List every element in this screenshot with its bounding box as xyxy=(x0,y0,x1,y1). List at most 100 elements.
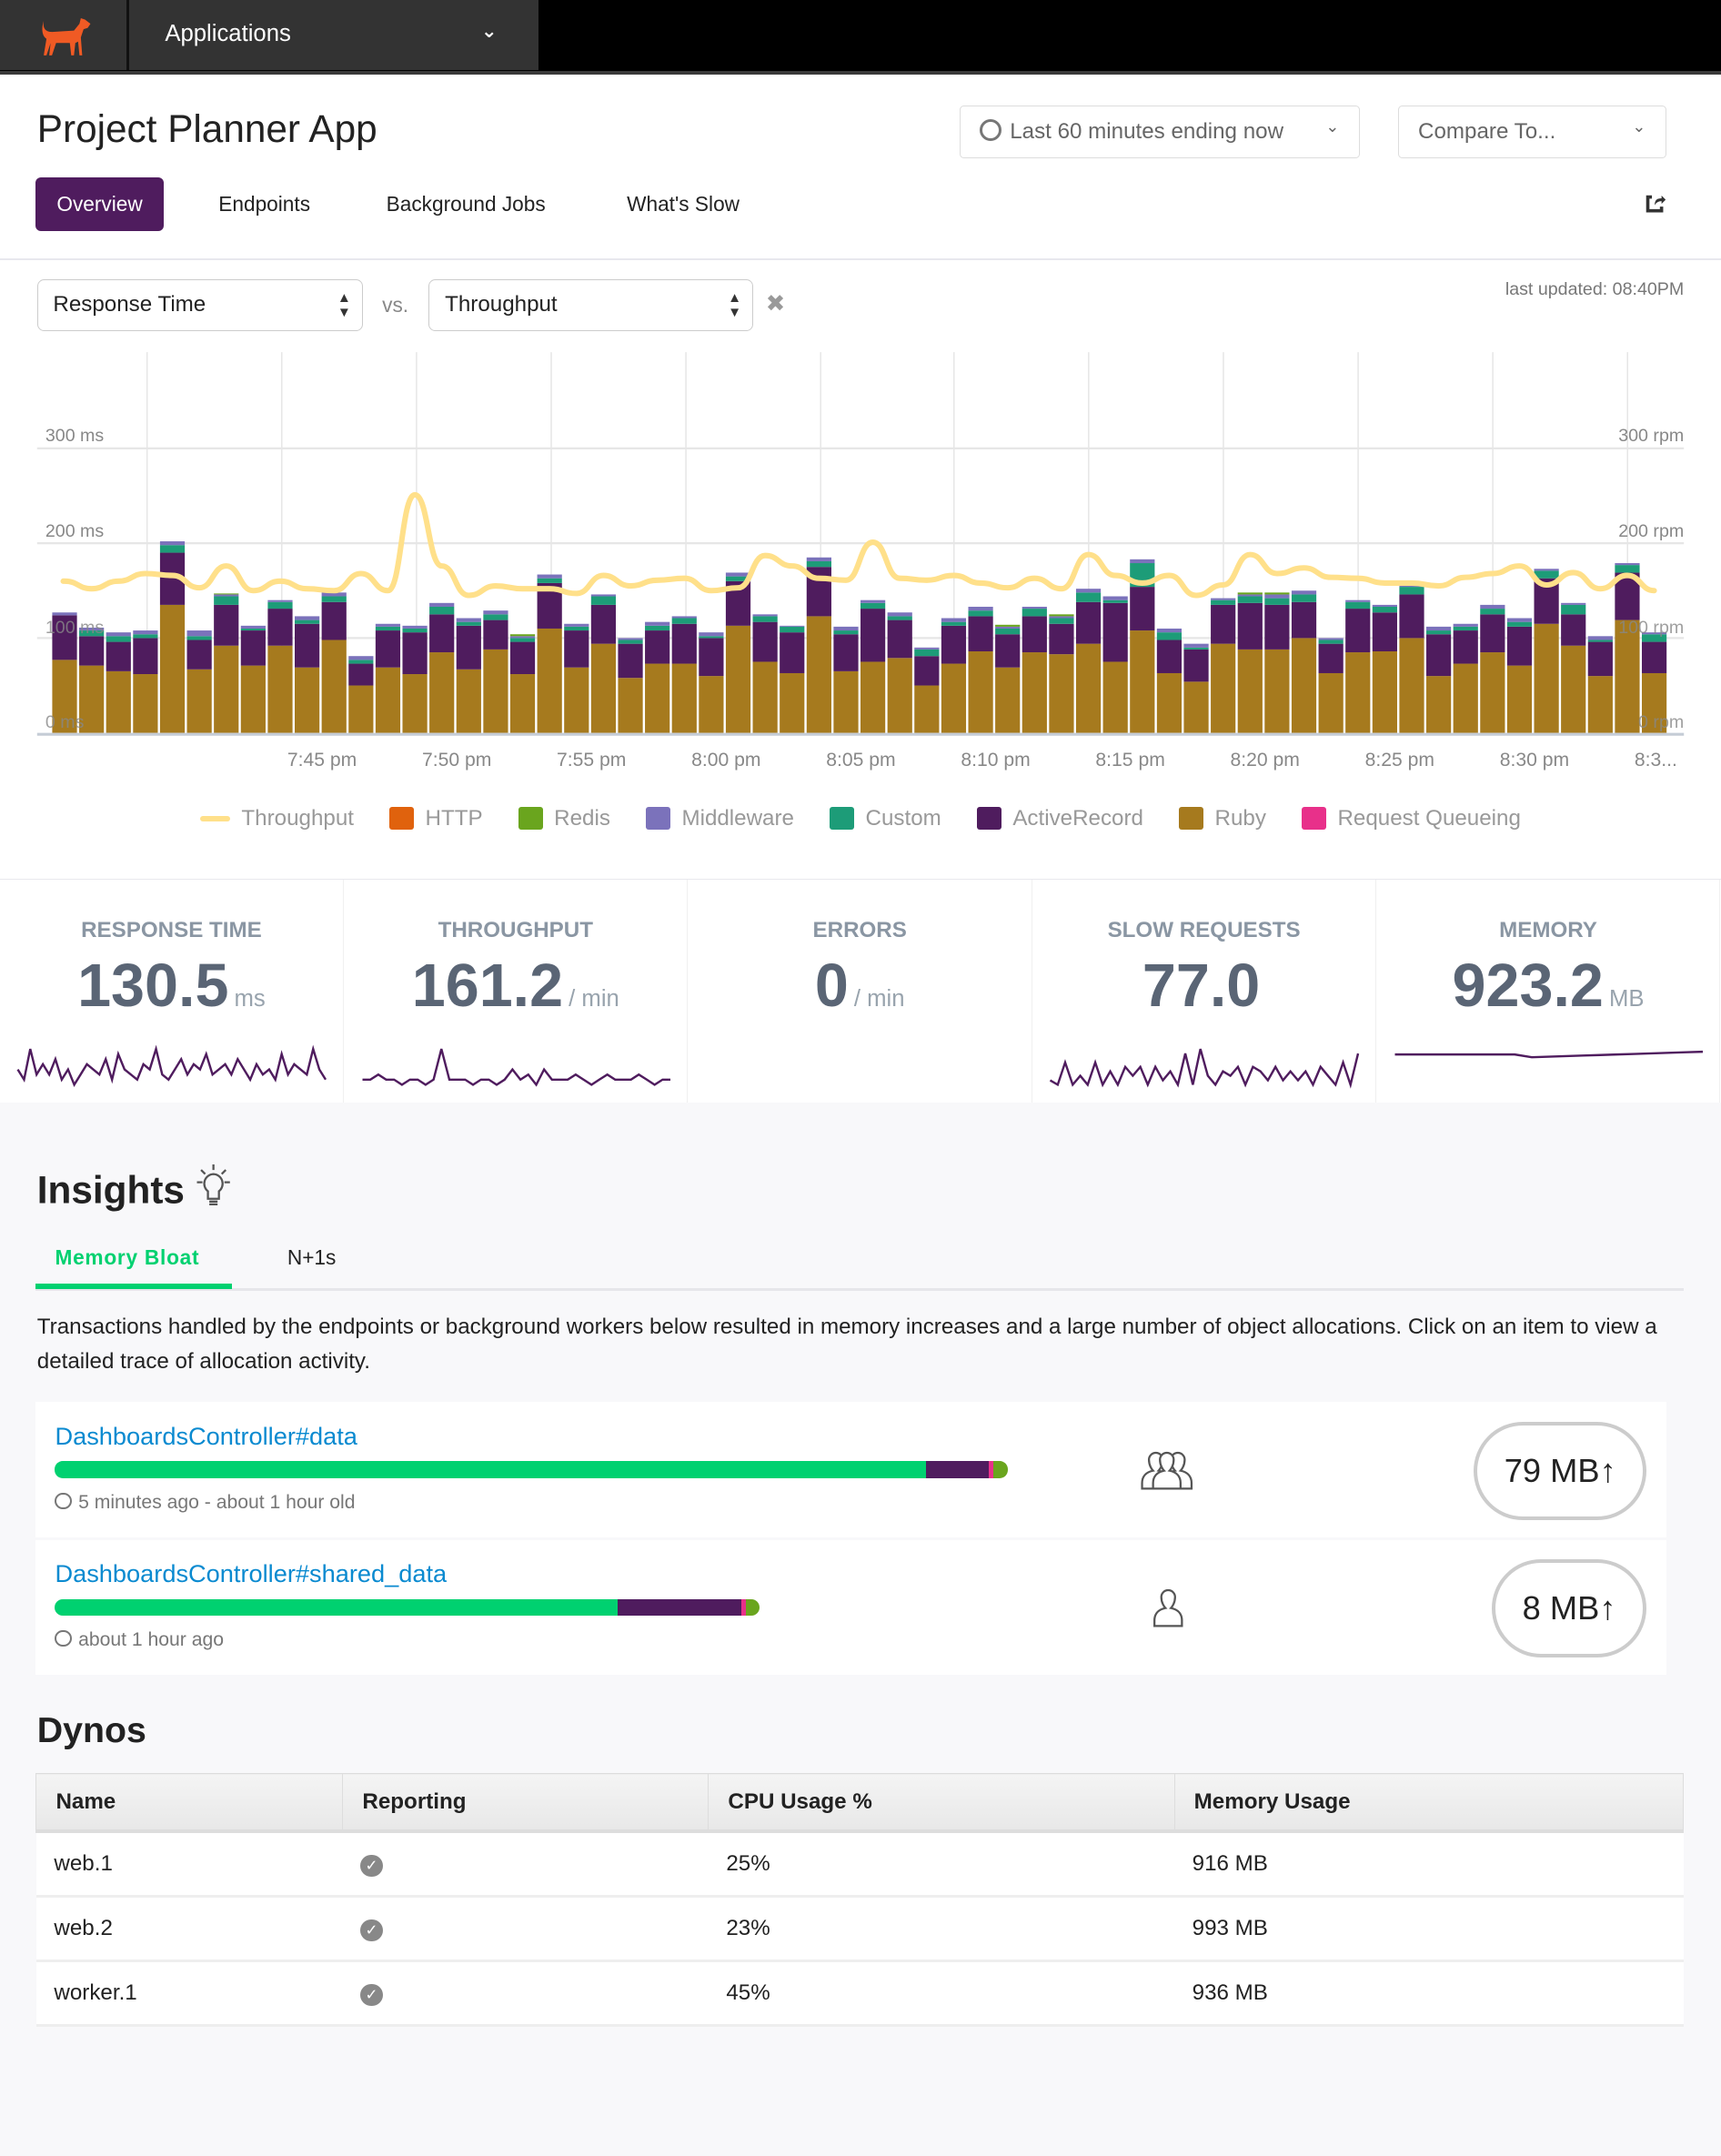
bar-stack[interactable] xyxy=(1211,598,1236,733)
bar-stack[interactable] xyxy=(1399,582,1424,733)
bar-stack[interactable] xyxy=(1345,599,1371,733)
bar-stack[interactable] xyxy=(1075,588,1102,733)
bar-stack[interactable] xyxy=(725,572,751,733)
bar-stack[interactable] xyxy=(375,623,401,733)
stat-response-time[interactable]: RESPONSE TIME 130.5 ms xyxy=(0,880,344,1103)
compare-to-dropdown[interactable]: Compare To... ⌄ xyxy=(1397,106,1666,158)
bar-stack[interactable] xyxy=(833,626,859,733)
bar-stack[interactable] xyxy=(1022,606,1047,733)
stat-errors[interactable]: ERRORS 0/ min xyxy=(689,880,1032,1103)
metric-right-select[interactable]: Throughput ▲ ▼ xyxy=(428,278,754,332)
legend-item[interactable]: HTTP xyxy=(389,806,483,831)
bar-stack[interactable] xyxy=(968,606,993,733)
bar-stack[interactable] xyxy=(106,631,131,733)
legend-item[interactable]: Request Queueing xyxy=(1302,806,1521,831)
bar-stack[interactable] xyxy=(537,574,562,733)
tab-overview[interactable]: Overview xyxy=(35,176,164,231)
bar-stack[interactable] xyxy=(1156,628,1183,733)
remove-comparison-icon[interactable]: ✖ xyxy=(766,290,786,317)
legend-item[interactable]: Throughput xyxy=(200,806,354,831)
bar-stack[interactable] xyxy=(1615,562,1640,733)
bar-stack[interactable] xyxy=(995,624,1021,733)
bar-stack[interactable] xyxy=(1480,604,1505,733)
tab-background-jobs[interactable]: Background Jobs xyxy=(387,177,546,231)
insight-item[interactable]: DashboardsController#data 5 minutes ago -… xyxy=(35,1402,1666,1537)
tab-memory-bloat[interactable]: Memory Bloat xyxy=(55,1245,199,1270)
insight-link[interactable]: DashboardsController#data xyxy=(55,1422,357,1451)
stat-slow-requests[interactable]: SLOW REQUESTS 77.0 xyxy=(1032,880,1376,1103)
chevron-down-icon[interactable]: ⌄ xyxy=(481,19,498,43)
bar-stack[interactable] xyxy=(1534,569,1559,733)
table-row[interactable]: web.1 ✓ 25% 916 MB xyxy=(35,1831,1684,1898)
bar-stack[interactable] xyxy=(348,656,374,733)
bar-stack[interactable] xyxy=(295,616,320,733)
bar-stack[interactable] xyxy=(402,625,428,733)
bar-stack[interactable] xyxy=(699,631,724,733)
bar-stack[interactable] xyxy=(618,638,643,733)
dog-logo-icon[interactable] xyxy=(35,15,93,56)
bar-stack[interactable] xyxy=(1291,590,1317,733)
insight-item[interactable]: DashboardsController#shared_dataabout 1 … xyxy=(35,1539,1666,1675)
time-range-dropdown[interactable]: Last 60 minutes ending now ⌄ xyxy=(959,106,1360,158)
bar-stack[interactable] xyxy=(483,610,508,733)
bar-stack[interactable] xyxy=(456,618,481,733)
bar-stack[interactable] xyxy=(186,630,212,733)
bar-middleware xyxy=(1318,638,1344,640)
insight-link[interactable]: DashboardsController#shared_data xyxy=(55,1559,447,1588)
bar-stack[interactable] xyxy=(509,634,536,733)
bar-stack[interactable] xyxy=(806,557,831,733)
bar-stack[interactable] xyxy=(1453,623,1478,733)
bar-stack[interactable] xyxy=(240,625,266,733)
bar-stack[interactable] xyxy=(1049,614,1074,733)
tab-endpoints[interactable]: Endpoints xyxy=(218,177,310,231)
legend-item[interactable]: Ruby xyxy=(1179,806,1266,831)
column-header-name[interactable]: Name xyxy=(35,1773,344,1834)
metric-left-select[interactable]: Response Time ▲ ▼ xyxy=(36,278,363,332)
share-icon[interactable] xyxy=(1644,193,1666,215)
bar-stack[interactable] xyxy=(1318,638,1344,733)
bar-stack[interactable] xyxy=(941,618,967,733)
bar-stack[interactable] xyxy=(1372,604,1397,733)
bar-stack[interactable] xyxy=(321,592,347,733)
stat-throughput[interactable]: THROUGHPUT 161.2/ min xyxy=(344,880,689,1103)
bar-stack[interactable] xyxy=(752,614,778,733)
applications-menu[interactable]: Applications xyxy=(165,21,291,47)
bar-stack[interactable] xyxy=(590,594,617,733)
bar-stack[interactable] xyxy=(1264,592,1290,733)
legend-item[interactable]: Redis xyxy=(518,806,610,831)
column-header-reporting[interactable]: Reporting xyxy=(342,1773,710,1834)
bar-stack[interactable] xyxy=(1561,602,1586,733)
bar-stack[interactable] xyxy=(645,621,670,733)
tab-whats-slow[interactable]: What's Slow xyxy=(627,177,740,231)
bar-stack[interactable] xyxy=(1237,592,1263,733)
bar-stack[interactable] xyxy=(214,593,239,733)
bar-stack[interactable] xyxy=(1587,636,1613,733)
bar-custom xyxy=(564,626,589,630)
check-circle-icon: ✓ xyxy=(360,1855,383,1878)
bar-ruby xyxy=(1534,623,1559,733)
legend-item[interactable]: Middleware xyxy=(646,806,794,831)
bar-stack[interactable] xyxy=(887,612,912,733)
bar-stack[interactable] xyxy=(780,625,805,733)
bar-stack[interactable] xyxy=(159,540,186,733)
bar-stack[interactable] xyxy=(133,630,158,733)
bar-stack[interactable] xyxy=(860,599,886,733)
bar-stack[interactable] xyxy=(1426,626,1452,733)
table-row[interactable]: web.2 ✓ 23% 993 MB xyxy=(35,1896,1684,1962)
bar-stack[interactable] xyxy=(1102,596,1128,733)
legend-item[interactable]: Custom xyxy=(830,806,941,831)
bar-stack[interactable] xyxy=(671,616,697,733)
table-row[interactable]: worker.1 ✓ 45% 936 MB xyxy=(35,1960,1684,2027)
tab-n-plus-1[interactable]: N+1s xyxy=(287,1245,337,1270)
bar-stack[interactable] xyxy=(1183,643,1209,733)
bar-stack[interactable] xyxy=(914,647,940,733)
bar-stack[interactable] xyxy=(267,599,293,733)
bar-stack[interactable] xyxy=(564,623,589,733)
bar-stack[interactable] xyxy=(429,602,455,733)
bar-stack[interactable] xyxy=(1506,618,1533,733)
insight-meta-text: about 1 hour ago xyxy=(78,1628,224,1650)
column-header-memory[interactable]: Memory Usage xyxy=(1173,1773,1685,1834)
stat-memory[interactable]: MEMORY 923.2 MB xyxy=(1377,880,1721,1103)
legend-item[interactable]: ActiveRecord xyxy=(977,806,1143,831)
column-header-cpu[interactable]: CPU Usage % xyxy=(708,1773,1175,1834)
